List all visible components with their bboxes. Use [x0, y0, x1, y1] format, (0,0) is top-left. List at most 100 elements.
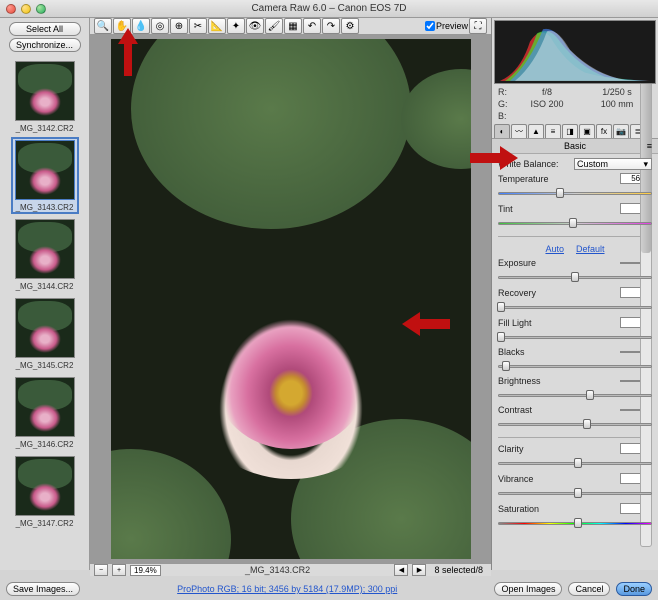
tab-calib[interactable]: 📷 — [613, 124, 629, 138]
rotate-ccw-tool[interactable]: ↶ — [303, 18, 321, 34]
thumb-label: _MG_3144.CR2 — [12, 281, 78, 292]
saturation-slider[interactable] — [498, 517, 652, 529]
temperature-label: Temperature — [498, 174, 616, 184]
adjustment-brush-tool[interactable]: 🖌 — [265, 18, 283, 34]
open-images-button[interactable]: Open Images — [494, 582, 562, 596]
recovery-label: Recovery — [498, 288, 616, 298]
tint-label: Tint — [498, 204, 616, 214]
exposure-slider[interactable] — [498, 271, 652, 283]
crop-tool[interactable]: ✂ — [189, 18, 207, 34]
aperture-value: f/8 — [512, 87, 582, 97]
thumbnail-item[interactable]: _MG_3145.CR2 — [12, 296, 78, 371]
preview-statusbar: − + 19.4% _MG_3143.CR2 ◀ ▶ 8 selected/8 — [90, 563, 491, 576]
selection-count: 8 selected/8 — [430, 565, 487, 575]
saturation-label: Saturation — [498, 504, 616, 514]
thumbnail-item[interactable]: _MG_3143.CR2 — [12, 138, 78, 213]
thumbnail-item[interactable]: _MG_3146.CR2 — [12, 375, 78, 450]
wb-select[interactable]: Custom — [574, 158, 652, 170]
contrast-slider[interactable] — [498, 418, 652, 430]
fullscreen-toggle[interactable]: ⛶ — [469, 18, 487, 34]
filmstrip-sidebar: Select All Synchronize... _MG_3142.CR2 _… — [0, 18, 90, 570]
current-filename: _MG_3143.CR2 — [165, 565, 391, 575]
adjustments-panel: R: f/8 1/250 s G: ISO 200 100 mm B: ◐ 〰 … — [492, 18, 658, 570]
graduated-filter-tool[interactable]: ▦ — [284, 18, 302, 34]
r-label: R: — [498, 87, 512, 97]
camera-info: R: f/8 1/250 s — [492, 86, 658, 98]
basic-panel: White Balance: Custom Temperature5650 Ti… — [492, 154, 658, 535]
preview-pane: 🔍 ✋ 💧 ◎ ⊕ ✂ 📐 ✦ 👁 🖌 ▦ ↶ ↷ ⚙ Preview ⛶ — [90, 18, 492, 570]
zoom-tool[interactable]: 🔍 — [94, 18, 112, 34]
histogram[interactable] — [494, 20, 656, 84]
fill-light-label: Fill Light — [498, 318, 616, 328]
tab-lens[interactable]: ▣ — [579, 124, 595, 138]
camera-info: G: ISO 200 100 mm — [492, 98, 658, 110]
thumb-label: _MG_3143.CR2 — [12, 202, 78, 213]
camera-info: B: — [492, 110, 658, 122]
g-label: G: — [498, 99, 512, 109]
thumb-label: _MG_3142.CR2 — [12, 123, 78, 134]
prev-image-button[interactable]: ◀ — [394, 564, 408, 576]
save-images-button[interactable]: Save Images... — [6, 582, 80, 596]
preview-label: Preview — [436, 21, 468, 31]
titlebar: Camera Raw 6.0 – Canon EOS 7D — [0, 0, 658, 18]
blacks-label: Blacks — [498, 347, 616, 357]
tab-fx[interactable]: fx — [596, 124, 612, 138]
annotation-arrow-icon — [402, 312, 450, 336]
zoom-out-button[interactable]: − — [94, 564, 108, 576]
rotate-cw-tool[interactable]: ↷ — [322, 18, 340, 34]
tool-toolbar: 🔍 ✋ 💧 ◎ ⊕ ✂ 📐 ✦ 👁 🖌 ▦ ↶ ↷ ⚙ Preview ⛶ — [90, 18, 491, 35]
brightness-label: Brightness — [498, 376, 616, 386]
thumbnail-item[interactable]: _MG_3147.CR2 — [12, 454, 78, 529]
clarity-slider[interactable] — [498, 457, 652, 469]
clarity-label: Clarity — [498, 444, 616, 454]
vibrance-slider[interactable] — [498, 487, 652, 499]
color-sampler-tool[interactable]: ◎ — [151, 18, 169, 34]
spot-removal-tool[interactable]: ✦ — [227, 18, 245, 34]
preview-checkbox[interactable] — [425, 21, 435, 31]
thumbnail-item[interactable]: _MG_3144.CR2 — [12, 217, 78, 292]
thumbnail-list: _MG_3142.CR2 _MG_3143.CR2 _MG_3144.CR2 _… — [3, 55, 86, 567]
iso-value: ISO 200 — [512, 99, 582, 109]
zoom-level[interactable]: 19.4% — [130, 565, 161, 576]
cancel-button[interactable]: Cancel — [568, 582, 610, 596]
select-all-button[interactable]: Select All — [9, 22, 81, 36]
next-image-button[interactable]: ▶ — [412, 564, 426, 576]
prefs-tool[interactable]: ⚙ — [341, 18, 359, 34]
exposure-label: Exposure — [498, 258, 616, 268]
thumb-label: _MG_3146.CR2 — [12, 439, 78, 450]
tint-slider[interactable] — [498, 217, 652, 229]
annotation-arrow-icon — [470, 146, 518, 170]
window-title: Camera Raw 6.0 – Canon EOS 7D — [0, 3, 658, 14]
tab-curve[interactable]: 〰 — [511, 124, 527, 138]
brightness-slider[interactable] — [498, 389, 652, 401]
thumbnail-item[interactable]: _MG_3142.CR2 — [12, 59, 78, 134]
thumb-label: _MG_3145.CR2 — [12, 360, 78, 371]
contrast-label: Contrast — [498, 405, 616, 415]
synchronize-button[interactable]: Synchronize... — [9, 38, 81, 52]
fill-light-slider[interactable] — [498, 331, 652, 343]
panel-tabs: ◐ 〰 ▲ ≡ ◨ ▣ fx 📷 ≣ — [492, 122, 658, 139]
recovery-slider[interactable] — [498, 301, 652, 313]
redeye-tool[interactable]: 👁 — [246, 18, 264, 34]
zoom-in-button[interactable]: + — [112, 564, 126, 576]
blacks-slider[interactable] — [498, 360, 652, 372]
image-preview[interactable] — [90, 35, 491, 563]
thumb-label: _MG_3147.CR2 — [12, 518, 78, 529]
targeted-adjust-tool[interactable]: ⊕ — [170, 18, 188, 34]
tab-basic[interactable]: ◐ — [494, 124, 510, 138]
workflow-link[interactable]: ProPhoto RGB; 16 bit; 3456 by 5184 (17.9… — [86, 584, 488, 594]
straighten-tool[interactable]: 📐 — [208, 18, 226, 34]
annotation-arrow-icon — [118, 28, 138, 76]
temperature-slider[interactable] — [498, 187, 652, 199]
auto-link[interactable]: Auto — [545, 244, 564, 254]
tab-split[interactable]: ◨ — [562, 124, 578, 138]
default-link[interactable]: Default — [576, 244, 605, 254]
vibrance-label: Vibrance — [498, 474, 616, 484]
bottom-bar: Save Images... ProPhoto RGB; 16 bit; 345… — [6, 582, 652, 596]
done-button[interactable]: Done — [616, 582, 652, 596]
b-label: B: — [498, 111, 512, 121]
filmstrip-scrollbar[interactable] — [640, 42, 652, 547]
tab-hsl[interactable]: ≡ — [545, 124, 561, 138]
tab-detail[interactable]: ▲ — [528, 124, 544, 138]
panel-menu-icon[interactable]: ≡ — [647, 141, 652, 151]
